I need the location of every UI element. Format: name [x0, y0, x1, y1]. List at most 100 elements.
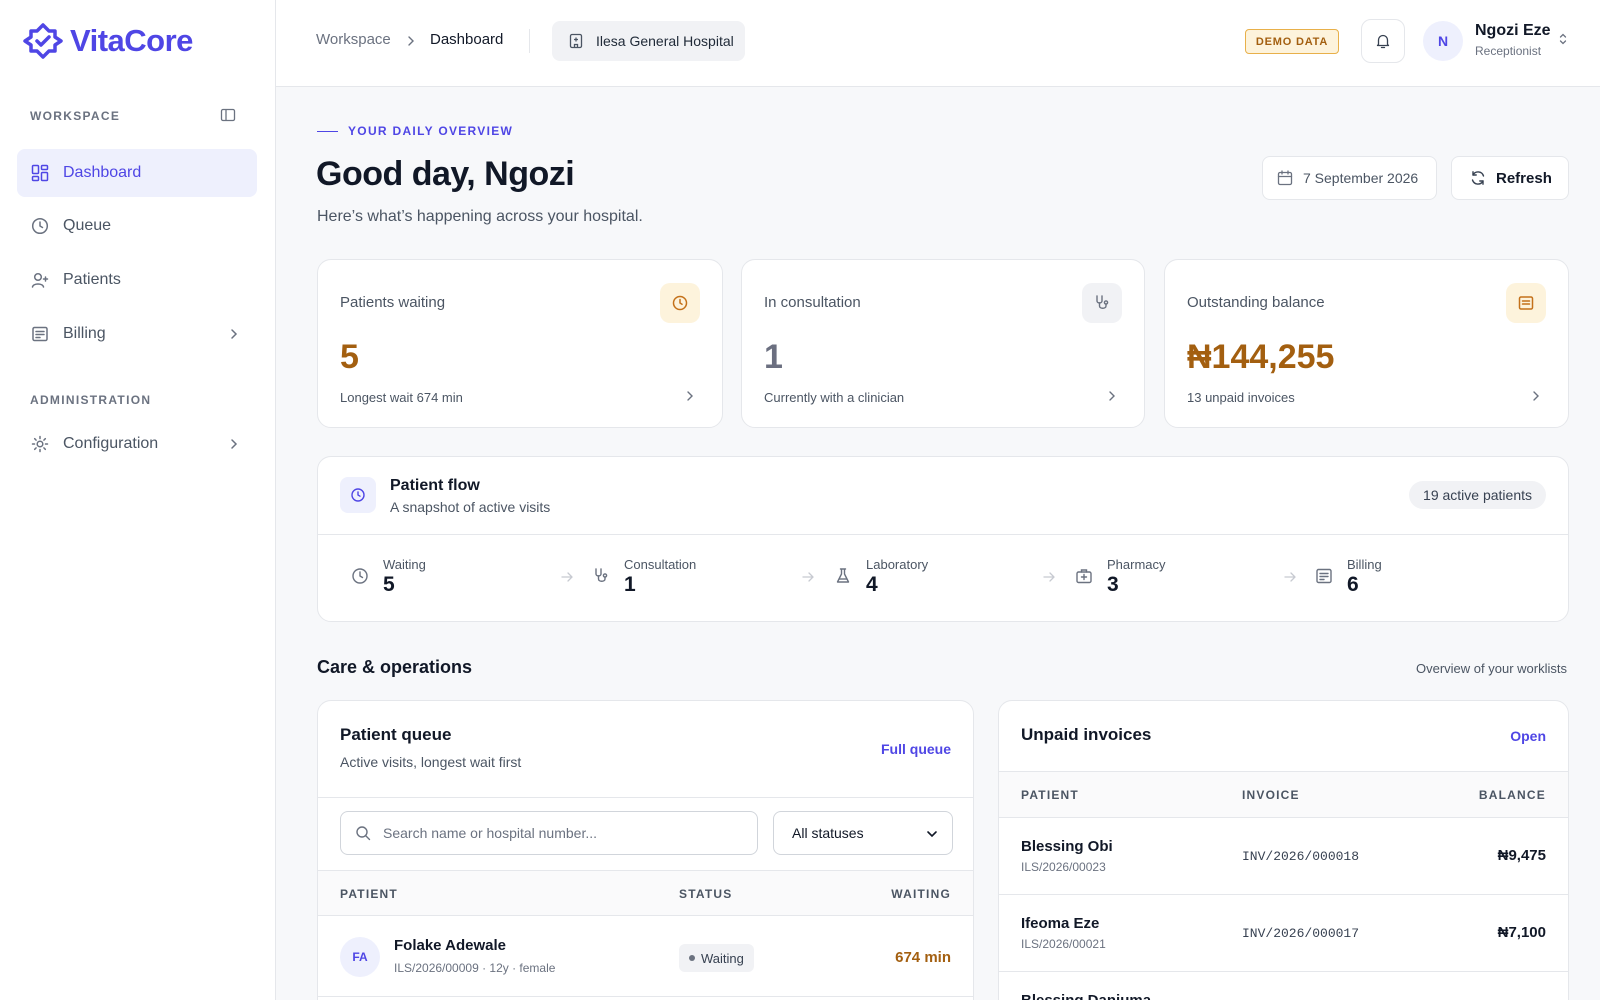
chevron-right-icon [231, 329, 238, 339]
flow-title: Patient flow [390, 477, 480, 494]
stat-card-outstanding-balance[interactable]: Outstanding balance ₦144,255 13 unpaid i… [1164, 259, 1569, 428]
arrow-right-icon [1284, 572, 1296, 582]
gear-icon [31, 435, 49, 453]
refresh-icon [1471, 171, 1485, 185]
stat-label: Patients waiting [340, 294, 446, 311]
dashboard-icon [31, 164, 49, 182]
patient-name: Blessing Obi [1021, 838, 1113, 855]
user-name[interactable]: Ngozi Eze [1475, 22, 1551, 40]
patient-queue-card: Patient queue Active visits, longest wai… [317, 700, 974, 1000]
full-queue-link[interactable]: Full queue [881, 741, 951, 757]
patient-name: Folake Adewale [394, 937, 506, 954]
avatar[interactable]: N [1423, 21, 1463, 61]
chevron-right-icon [1533, 391, 1539, 401]
flask-icon [836, 568, 850, 583]
refresh-button[interactable]: Refresh [1451, 156, 1569, 200]
search-input[interactable] [383, 825, 743, 841]
status-badge: Waiting [679, 944, 754, 972]
stat-card-in-consultation[interactable]: In consultation 1 Currently with a clini… [741, 259, 1145, 428]
app-name: VitaCore [70, 23, 193, 58]
status-filter-select[interactable]: All statuses [773, 811, 953, 855]
chevron-right-icon [231, 439, 238, 449]
patient-number: ILS/2026/00021 [1021, 937, 1106, 951]
clock-icon [660, 283, 700, 323]
eyebrow-text: YOUR DAILY OVERVIEW [348, 124, 514, 138]
column-header-status: STATUS [679, 887, 733, 901]
stat-note: Longest wait 674 min [340, 390, 463, 405]
stage-name: Billing [1347, 557, 1382, 572]
page-title: Good day, Ngozi [316, 155, 575, 193]
stethoscope-icon [595, 568, 608, 582]
clock-icon [340, 477, 376, 513]
status-filter-value: All statuses [792, 825, 864, 841]
search-box[interactable] [340, 811, 758, 855]
stage-name: Waiting [383, 557, 426, 572]
search-icon [356, 826, 371, 841]
patient-name: Blessing Danjuma [1021, 992, 1151, 1000]
date-picker-button[interactable]: 7 September 2026 [1262, 156, 1437, 200]
flow-subtitle: A snapshot of active visits [390, 499, 551, 515]
arrow-right-icon [802, 572, 814, 582]
sidebar-item-label: Dashboard [63, 164, 142, 181]
stage-name: Consultation [624, 557, 697, 572]
hospital-selector[interactable]: Ilesa General Hospital [552, 21, 745, 61]
queue-subtitle: Active visits, longest wait first [340, 754, 522, 770]
stethoscope-icon [1082, 283, 1122, 323]
patient-avatar: FA [340, 937, 380, 977]
sidebar-item-label: Configuration [63, 435, 159, 452]
stat-value: 1 [764, 338, 783, 376]
stage-count: 5 [383, 573, 395, 596]
notifications-button[interactable] [1361, 19, 1405, 63]
chevron-right-icon [1109, 391, 1115, 401]
breadcrumb-dashboard: Dashboard [430, 31, 504, 48]
hospital-name: Ilesa General Hospital [596, 33, 734, 49]
sidebar-item-patients[interactable]: Patients [17, 256, 257, 304]
invoices-title: Unpaid invoices [1021, 725, 1152, 744]
stage-count: 3 [1107, 573, 1119, 596]
sidebar-item-dashboard[interactable]: Dashboard [17, 149, 257, 197]
receipt-icon [1506, 283, 1546, 323]
top-header: Workspace Dashboard Ilesa General Hospit… [276, 0, 1600, 87]
column-header-waiting: WAITING [891, 887, 951, 901]
stage-count: 1 [624, 573, 636, 596]
table-header [318, 871, 973, 915]
clock-icon [352, 568, 368, 584]
invoice-balance: ₦9,475 [1497, 847, 1546, 864]
medicine-bag-icon [1076, 569, 1092, 584]
clock-icon [31, 217, 49, 235]
stage-count: 4 [866, 573, 878, 596]
refresh-label: Refresh [1496, 169, 1552, 187]
stat-label: Outstanding balance [1187, 294, 1325, 311]
stat-note: Currently with a clinician [764, 390, 905, 405]
sidebar-item-configuration[interactable]: Configuration [17, 420, 257, 468]
column-header-invoice: INVOICE [1242, 788, 1300, 802]
patient-flow-card: Patient flow A snapshot of active visits… [317, 456, 1569, 622]
invoice-balance: ₦7,100 [1497, 924, 1546, 941]
receipt-icon [1316, 568, 1332, 584]
user-role: Receptionist [1475, 44, 1542, 58]
sidebar-item-label: Queue [63, 217, 112, 234]
patient-name: Ifeoma Eze [1021, 915, 1100, 932]
breadcrumb-workspace[interactable]: Workspace [316, 31, 391, 48]
sidebar-item-queue[interactable]: Queue [17, 202, 257, 250]
logo[interactable]: VitaCore [22, 20, 193, 62]
divider [529, 29, 530, 53]
calendar-icon [1277, 170, 1293, 186]
column-header-patient: PATIENT [340, 887, 398, 901]
open-invoices-link[interactable]: Open [1510, 728, 1546, 744]
sidebar-toggle-icon[interactable] [220, 107, 236, 123]
waiting-time: 674 min [895, 949, 951, 966]
hospital-icon [569, 33, 583, 49]
page-subtitle: Here’s what’s happening across your hosp… [317, 208, 643, 225]
chevron-up-down-icon[interactable] [1558, 32, 1568, 46]
stage-name: Pharmacy [1107, 557, 1166, 572]
sidebar: VitaCore WORKSPACE Dashboard Queue Patie… [0, 0, 276, 1000]
active-patients-pill: 19 active patients [1409, 481, 1546, 509]
stage-name: Laboratory [866, 557, 929, 572]
chevron-down-icon [927, 831, 937, 838]
column-header-balance: BALANCE [1478, 788, 1546, 802]
sidebar-item-label: Patients [63, 271, 121, 288]
stat-card-patients-waiting[interactable]: Patients waiting 5 Longest wait 674 min [317, 259, 723, 428]
sidebar-item-billing[interactable]: Billing [17, 310, 257, 358]
column-header-patient: PATIENT [1021, 788, 1079, 802]
